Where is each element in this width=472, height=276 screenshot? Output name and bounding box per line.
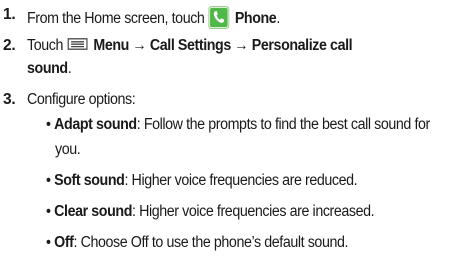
step-2-period: . bbox=[67, 60, 72, 77]
option-label: Off bbox=[54, 234, 74, 251]
step-text: Configure options: bbox=[27, 91, 136, 108]
step-text: Touch Menu → Call Settings → Personalize … bbox=[27, 37, 353, 55]
list-item: • Adapt sound: Follow the prompts to fin… bbox=[46, 116, 430, 134]
bullet: • bbox=[46, 116, 51, 133]
instruction-document: 1. From the Home screen, touch Phone. 2. … bbox=[0, 0, 472, 276]
option-label: Clear sound bbox=[54, 203, 132, 220]
step-1-bold: Phone bbox=[234, 10, 277, 27]
option-desc: : Higher voice frequencies are reduced. bbox=[124, 172, 358, 189]
step-2-bold-cont: sound bbox=[27, 60, 68, 77]
menu-key-icon bbox=[67, 37, 88, 50]
step-1-period: . bbox=[276, 10, 280, 27]
step-text: sound. bbox=[27, 60, 72, 78]
step-2-bold: Menu → Call Settings → Personalize call bbox=[93, 37, 353, 54]
bullet: • bbox=[46, 172, 51, 189]
list-item: • Off: Choose Off to use the phone’s def… bbox=[46, 234, 348, 252]
step-number: 2. bbox=[3, 37, 16, 54]
bullet: • bbox=[46, 203, 51, 220]
option-desc-cont: you. bbox=[55, 141, 81, 158]
option-desc: : Higher voice frequencies are increased… bbox=[131, 203, 375, 220]
step-text: From the Home screen, touch Phone. bbox=[27, 6, 280, 29]
option-desc: : Follow the prompts to find the best ca… bbox=[136, 116, 431, 133]
list-item: • Clear sound: Higher voice frequencies … bbox=[46, 203, 375, 221]
option-desc: : Choose Off to use the phone’s default … bbox=[73, 234, 349, 251]
step-2-text: Touch bbox=[27, 37, 63, 54]
step-number: 1. bbox=[3, 6, 16, 23]
bullet: • bbox=[46, 234, 51, 251]
list-item: • Soft sound: Higher voice frequencies a… bbox=[46, 172, 358, 190]
option-label: Adapt sound bbox=[54, 116, 137, 133]
step-number: 3. bbox=[3, 91, 16, 108]
option-label: Soft sound bbox=[54, 172, 125, 189]
phone-app-icon bbox=[208, 6, 230, 29]
step-1-text: From the Home screen, touch bbox=[27, 10, 205, 27]
